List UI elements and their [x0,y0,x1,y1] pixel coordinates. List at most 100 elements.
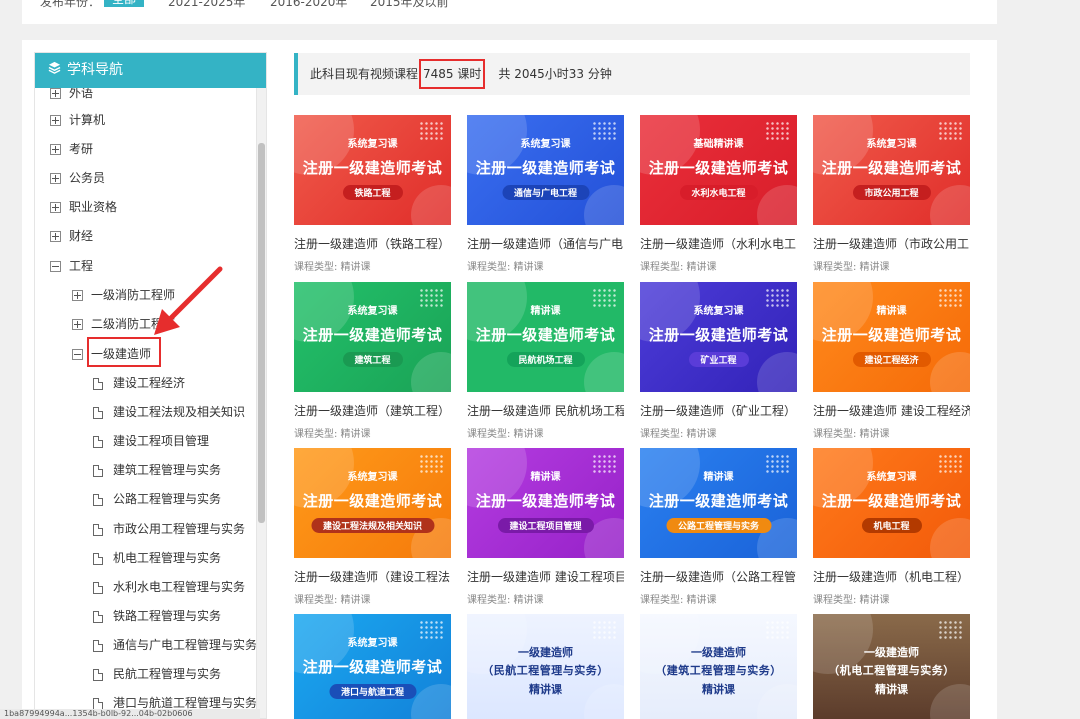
expand-icon[interactable] [50,88,61,99]
course-thumbnail[interactable]: 系统复习课 注册一级建造师考试 铁路工程 [294,115,451,225]
course-thumbnail[interactable]: 系统复习课 注册一级建造师考试 机电工程 [813,448,970,558]
course-card[interactable]: 系统复习课 注册一级建造师考试 铁路工程 注册一级建造师（铁路工程） 课程类型: 精讲课 [294,115,451,273]
course-card[interactable]: 系统复习课 注册一级建造师考试 矿业工程注册一级建造师（矿业工程） 课程类型: 精讲课 [640,282,797,440]
thumbnail-subtitle: 铁路工程 [342,185,403,200]
course-thumbnail[interactable]: 精讲课 注册一级建造师考试 民航机场工程 [467,282,624,392]
course-type: 课程类型: 精讲课 [467,262,544,273]
course-card[interactable]: 系统复习课 注册一级建造师考试 市政公用工程 注册一级建造师（市政公用工 课程类型: 精… [813,115,970,273]
course-card[interactable]: 基础精讲课 注册一级建造师考试 水利水电工程注册一级建造师（水利水电工课程类型: 精… [640,115,797,273]
thumbnail-tag: 系统复习课 [347,638,398,649]
course-title[interactable]: 注册一级建造师（水利水电工 [640,235,797,252]
annotation-arrow-icon [154,266,223,335]
thumbnail-subtitle: 机电工程 [861,518,922,533]
course-card[interactable]: 系统复习课 注册一级建造师考试 机电工程注册一级建造师（机电工程） 课程类型: 精讲课 [813,448,970,606]
thumbnail-tag: 一级建造师 [864,646,919,659]
course-thumbnail[interactable]: 系统复习课 注册一级建造师考试 港口与航道工程 [294,614,451,719]
tree-leaf[interactable]: 建设工程法规及相关知识 [93,402,245,422]
tree-node-civil-servant[interactable]: 公务员 [50,168,105,188]
tree-leaf[interactable]: 建设工程经济 [93,373,185,393]
thumbnail-title: 注册一级建造师考试 [475,159,616,177]
course-title[interactable]: 注册一级建造师（建设工程法 [294,568,451,585]
tree-leaf[interactable]: 机电工程管理与实务 [93,548,221,568]
document-icon [93,435,103,448]
course-title[interactable]: 注册一级建造师（机电工程） [813,568,970,585]
course-thumbnail[interactable]: 一级建造师 （民航工程管理与实务） 精讲课 [467,614,624,719]
course-card[interactable]: 系统复习课 注册一级建造师考试 通信与广电工程注册一级建造师（通信与广电课程类型: … [467,115,624,273]
course-card[interactable]: 精讲课 注册一级建造师考试 建设工程项目管理 注册一级建造师 建设工程项目 课程类型: … [467,448,624,606]
tree-leaf[interactable]: 水利水电工程管理与实务 [93,577,245,597]
expand-icon[interactable] [50,115,61,126]
course-card[interactable]: 系统复习课 注册一级建造师考试 建筑工程 注册一级建造师（建筑工程） 课程类型: 精讲课 [294,282,451,440]
tree-node-professional-cert[interactable]: 职业资格 [50,197,117,217]
document-icon [93,464,103,477]
tree-leaf[interactable]: 铁路工程管理与实务 [93,606,221,626]
expand-icon[interactable] [50,202,61,213]
tree-node-postgraduate[interactable]: 考研 [50,139,93,159]
status-bar-url: 1ba87994994a...1354b-b0lb-92...04b-02b06… [0,709,260,719]
year-filter-2015-before[interactable]: 2015年及以前 [370,0,449,10]
course-thumbnail[interactable]: 精讲课 注册一级建造师考试 建设工程经济 [813,282,970,392]
course-title[interactable]: 注册一级建造师（市政公用工 [813,235,970,252]
course-thumbnail[interactable]: 系统复习课 注册一级建造师考试 通信与广电工程 [467,115,624,225]
course-thumbnail[interactable]: 一级建造师 （机电工程管理与实务） 精讲课 [813,614,970,719]
course-type: 课程类型: 精讲课 [813,595,890,606]
course-thumbnail[interactable]: 系统复习课 注册一级建造师考试 建筑工程 [294,282,451,392]
tree-leaf[interactable]: 市政公用工程管理与实务 [93,519,245,539]
expand-icon[interactable] [50,144,61,155]
course-title[interactable]: 注册一级建造师 民航机场工程- [467,402,624,419]
course-card[interactable]: 精讲课 注册一级建造师考试 建设工程经济 注册一级建造师 建设工程经济- 课程类型: 精… [813,282,970,440]
course-thumbnail[interactable]: 系统复习课 注册一级建造师考试 建设工程法规及相关知识 [294,448,451,558]
course-thumbnail[interactable]: 精讲课 注册一级建造师考试 建设工程项目管理 [467,448,624,558]
tree-leaf[interactable]: 建筑工程管理与实务 [93,460,221,480]
course-thumbnail[interactable]: 一级建造师 （建筑工程管理与实务） 精讲课 [640,614,797,719]
course-title[interactable]: 注册一级建造师（矿业工程） [640,402,797,419]
expand-icon[interactable] [50,173,61,184]
thumbnail-tag: 精讲课 [530,306,561,317]
course-title[interactable]: 注册一级建造师（建筑工程） [294,402,451,419]
course-type: 课程类型: 精讲课 [640,262,717,273]
course-type: 课程类型: 精讲课 [640,595,717,606]
sidebar-scrollbar[interactable] [256,88,266,718]
year-filter-2016-2020[interactable]: 2016-2020年 [270,0,347,10]
thumbnail-title: 注册一级建造师考试 [648,159,789,177]
tree-leaf[interactable]: 建设工程项目管理 [93,431,209,451]
course-type: 课程类型: 精讲课 [640,429,717,440]
course-card[interactable]: 精讲课 注册一级建造师考试 公路工程管理与实务注册一级建造师（公路工程管课程类型: … [640,448,797,606]
course-card[interactable]: 系统复习课 注册一级建造师考试 建设工程法规及相关知识 注册一级建造师（建设工程法 课程… [294,448,451,606]
thumbnail-tag: 系统复习课 [693,306,744,317]
course-thumbnail[interactable]: 系统复习课 注册一级建造师考试 矿业工程 [640,282,797,392]
course-title[interactable]: 注册一级建造师（铁路工程） [294,235,451,252]
tree-leaf[interactable]: 通信与广电工程管理与实务 [93,635,257,655]
course-title[interactable]: 注册一级建造师（公路工程管 [640,568,797,585]
course-card[interactable]: 一级建造师 （民航工程管理与实务） 精讲课 [467,614,624,719]
course-title[interactable]: 注册一级建造师 建设工程项目 [467,568,624,585]
course-thumbnail[interactable]: 系统复习课 注册一级建造师考试 市政公用工程 [813,115,970,225]
course-title[interactable]: 注册一级建造师 建设工程经济- [813,402,970,419]
tree-node-foreign-language[interactable]: 外语 [50,88,93,103]
course-card[interactable]: 一级建造师 （机电工程管理与实务） 精讲课 [813,614,970,719]
expand-icon[interactable] [50,231,61,242]
course-card[interactable]: 一级建造师 （建筑工程管理与实务） 精讲课 [640,614,797,719]
course-thumbnail[interactable]: 基础精讲课 注册一级建造师考试 水利水电工程 [640,115,797,225]
total-duration: 共 2045小时33 分钟 [498,67,612,81]
subject-nav-sidebar: 学科导航 外语 计算机 考研 公务员 职业资格 财经 工程 一级消防工程师 二级… [34,52,267,719]
year-filter-all[interactable]: 全部 [104,0,145,7]
course-card[interactable]: 系统复习课 注册一级建造师考试 港口与航道工程 [294,614,451,719]
course-card[interactable]: 精讲课 注册一级建造师考试 民航机场工程 注册一级建造师 民航机场工程- 课程类型: 精… [467,282,624,440]
tree-node-computer[interactable]: 计算机 [50,110,105,130]
tree-leaf[interactable]: 民航工程管理与实务 [93,664,221,684]
scrollbar-thumb[interactable] [258,143,265,523]
thumbnail-tag: 系统复习课 [866,472,917,483]
collapse-icon[interactable] [72,349,83,360]
year-filter-label: 发布年份： [40,0,101,9]
collapse-icon[interactable] [50,261,61,272]
expand-icon[interactable] [72,290,83,301]
thumbnail-subtitle: 建筑工程 [342,352,403,367]
year-filter-2021-2025[interactable]: 2021-2025年 [168,0,245,10]
course-title[interactable]: 注册一级建造师（通信与广电 [467,235,624,252]
expand-icon[interactable] [72,319,83,330]
tree-leaf[interactable]: 公路工程管理与实务 [93,489,221,509]
tree-node-finance[interactable]: 财经 [50,226,93,246]
tree-node-engineering[interactable]: 工程 [50,256,93,276]
course-thumbnail[interactable]: 精讲课 注册一级建造师考试 公路工程管理与实务 [640,448,797,558]
